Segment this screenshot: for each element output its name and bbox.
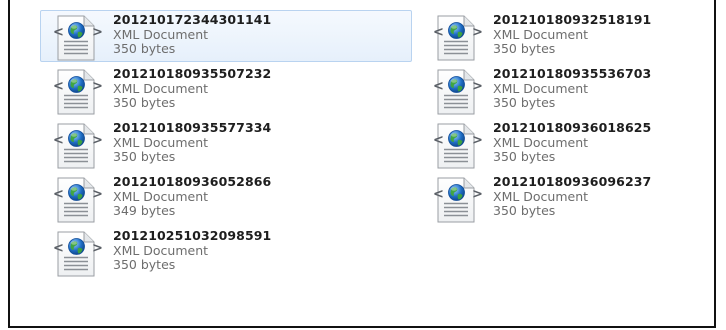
file-size: 350 bytes [493, 149, 556, 164]
file-item[interactable]: < > 201210180932518191 XML Document 350 … [420, 10, 700, 62]
file-type: XML Document [113, 26, 209, 42]
file-name: 201210180932518191 [493, 12, 652, 27]
svg-text:<: < [53, 187, 64, 202]
file-type: XML Document [113, 134, 209, 150]
file-size: 350 bytes [113, 41, 176, 56]
file-details: 201210251032098591 XML Document 350 byte… [113, 228, 272, 273]
file-item[interactable]: < > 201210180936052866 XML Document 349 … [40, 172, 420, 224]
file-name: 201210172344301141 [113, 12, 272, 27]
xml-document-icon: < > [433, 123, 483, 169]
file-name: 201210180935536703 [493, 66, 652, 81]
svg-text:<: < [53, 79, 64, 94]
file-type: XML Document [113, 188, 209, 204]
file-details: 201210180936018625 XML Document 350 byte… [493, 120, 652, 165]
svg-text:>: > [92, 241, 103, 256]
file-details: 201210172344301141 XML Document 350 byte… [113, 12, 272, 57]
file-size: 349 bytes [113, 203, 176, 218]
xml-document-icon: < > [433, 15, 483, 61]
file-type: XML Document [113, 80, 209, 96]
xml-document-icon: < > [53, 177, 103, 223]
svg-text:>: > [472, 187, 483, 202]
svg-text:<: < [53, 133, 64, 148]
file-grid: < > 201210172344301141 XML Document 350 … [40, 10, 720, 280]
svg-text:>: > [472, 79, 483, 94]
file-item[interactable]: < > 201210180935507232 XML Document 350 … [40, 64, 420, 116]
svg-text:>: > [92, 25, 103, 40]
file-item[interactable]: < > 201210180935577334 XML Document 350 … [40, 118, 420, 170]
svg-text:>: > [92, 187, 103, 202]
file-details: 201210180936052866 XML Document 349 byte… [113, 174, 272, 219]
file-details: 201210180936096237 XML Document 350 byte… [493, 174, 652, 219]
file-type: XML Document [113, 242, 209, 258]
file-item[interactable]: < > 201210180935536703 XML Document 350 … [420, 64, 700, 116]
file-size: 350 bytes [493, 95, 556, 110]
svg-text:<: < [433, 187, 444, 202]
file-name: 201210180935577334 [113, 120, 272, 135]
file-item[interactable]: < > 201210180936018625 XML Document 350 … [420, 118, 700, 170]
file-type: XML Document [493, 80, 589, 96]
svg-text:<: < [433, 133, 444, 148]
svg-text:>: > [472, 25, 483, 40]
file-size: 350 bytes [493, 41, 556, 56]
svg-text:<: < [433, 25, 444, 40]
file-size: 350 bytes [113, 149, 176, 164]
file-name: 201210180936096237 [493, 174, 652, 189]
file-name: 201210251032098591 [113, 228, 272, 243]
file-details: 201210180935577334 XML Document 350 byte… [113, 120, 272, 165]
xml-document-icon: < > [53, 15, 103, 61]
svg-text:<: < [433, 79, 444, 94]
file-type: XML Document [493, 188, 589, 204]
file-type: XML Document [493, 26, 589, 42]
file-size: 350 bytes [113, 257, 176, 272]
file-type: XML Document [493, 134, 589, 150]
xml-document-icon: < > [53, 69, 103, 115]
xml-document-icon: < > [433, 177, 483, 223]
svg-text:>: > [92, 133, 103, 148]
file-details: 201210180935507232 XML Document 350 byte… [113, 66, 272, 111]
svg-text:>: > [92, 79, 103, 94]
file-size: 350 bytes [113, 95, 176, 110]
file-item[interactable]: < > 201210172344301141 XML Document 350 … [40, 10, 412, 62]
file-item[interactable]: < > 201210251032098591 XML Document 350 … [40, 226, 420, 278]
file-size: 350 bytes [493, 203, 556, 218]
file-name: 201210180936052866 [113, 174, 272, 189]
file-list-pane: < > 201210172344301141 XML Document 350 … [8, 0, 716, 328]
file-item[interactable]: < > 201210180936096237 XML Document 350 … [420, 172, 700, 224]
xml-document-icon: < > [53, 123, 103, 169]
file-name: 201210180935507232 [113, 66, 272, 81]
file-name: 201210180936018625 [493, 120, 652, 135]
svg-text:<: < [53, 25, 64, 40]
xml-document-icon: < > [53, 231, 103, 277]
svg-text:<: < [53, 241, 64, 256]
file-details: 201210180935536703 XML Document 350 byte… [493, 66, 652, 111]
file-details: 201210180932518191 XML Document 350 byte… [493, 12, 652, 57]
xml-document-icon: < > [433, 69, 483, 115]
svg-text:>: > [472, 133, 483, 148]
